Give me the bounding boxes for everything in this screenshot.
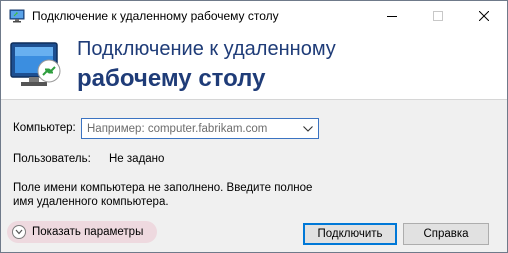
connect-button[interactable]: Подключить — [303, 223, 397, 245]
maximize-button — [415, 1, 461, 31]
validation-message-line1: Поле имени компьютера не заполнено. Введ… — [13, 182, 313, 194]
chevron-down-icon[interactable] — [300, 121, 316, 136]
minimize-icon — [387, 16, 397, 17]
maximize-icon — [433, 11, 443, 21]
show-options-button[interactable]: Показать параметры — [7, 221, 157, 243]
validation-message: Поле имени компьютера не заполнено. Введ… — [13, 181, 313, 209]
user-value: Не задано — [109, 153, 165, 165]
computer-input[interactable] — [82, 119, 298, 138]
help-button[interactable]: Справка — [403, 223, 489, 245]
close-icon — [479, 11, 489, 21]
user-label: Пользователь: — [13, 153, 91, 165]
computer-label: Компьютер: — [13, 122, 76, 134]
close-button[interactable] — [461, 1, 507, 31]
validation-message-line2: имя удаленного компьютера. — [13, 196, 169, 208]
expand-options-icon — [12, 225, 26, 239]
title-bar[interactable]: Подключение к удаленному рабочему столу — [1, 1, 507, 31]
remote-desktop-app-icon — [9, 8, 25, 24]
window-title: Подключение к удаленному рабочему столу — [32, 9, 279, 23]
remote-desktop-icon — [9, 37, 67, 93]
header-title-line2: рабочему столу — [77, 65, 266, 92]
minimize-button[interactable] — [369, 1, 415, 31]
header-title-line1: Подключение к удаленному — [77, 38, 336, 60]
rdp-window: Подключение к удаленному рабочему столу — [0, 0, 508, 253]
show-options-label: Показать параметры — [32, 226, 144, 238]
header-banner: Подключение к удаленному рабочему столу — [1, 31, 507, 100]
computer-combobox[interactable] — [81, 118, 319, 139]
